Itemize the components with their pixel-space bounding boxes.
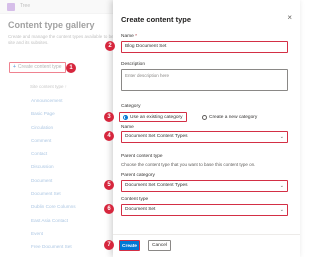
parent-category-label: Parent category (121, 173, 155, 178)
close-icon[interactable]: × (287, 13, 292, 22)
description-textarea[interactable]: Enter description here (121, 69, 288, 91)
radio-selected-icon (123, 114, 128, 120)
content-type-value: Document Set (125, 207, 156, 212)
radio-unselected-icon (202, 114, 207, 120)
parent-content-type-description: Choose the content type that you want to… (121, 162, 256, 167)
content-type-dropdown[interactable]: Document Set ⌄ (121, 204, 288, 216)
chevron-down-icon: ⌄ (279, 134, 284, 140)
category-name-label: Name (121, 125, 134, 130)
step-badge-3: 3 (104, 112, 114, 122)
step-badge-7: 7 (104, 240, 114, 250)
step-badge-4: 4 (104, 131, 114, 141)
step-badge-5: 5 (104, 180, 114, 190)
step-badge-2: 2 (105, 41, 115, 51)
content-type-label: Content type (121, 197, 149, 202)
name-label: Name * (121, 34, 138, 39)
cancel-button[interactable]: Cancel (148, 240, 171, 251)
radio-create-new-label: Create a new category (209, 114, 258, 120)
step-badge-6: 6 (104, 204, 114, 214)
parent-category-dropdown[interactable]: Document Set Content Types ⌄ (121, 180, 288, 192)
parent-content-type-heading: Parent content type (121, 154, 163, 159)
chevron-down-icon: ⌄ (279, 183, 284, 189)
required-mark: * (135, 34, 138, 39)
category-name-dropdown[interactable]: Document Set Content Types ⌄ (121, 131, 288, 143)
chevron-down-icon: ⌄ (279, 207, 284, 213)
description-label: Description (121, 62, 145, 67)
category-label: Category (121, 104, 141, 109)
create-content-type-panel: Create content type × Name * Blog Docume… (113, 0, 300, 257)
panel-title: Create content type (121, 15, 192, 24)
footer-divider (113, 234, 300, 235)
create-button[interactable]: Create (119, 240, 140, 251)
step-badge-1: 1 (66, 63, 76, 73)
parent-category-value: Document Set Content Types (125, 183, 188, 188)
name-input[interactable]: Blog Document Set (121, 41, 288, 53)
radio-create-new-category[interactable]: Create a new category (200, 112, 259, 122)
category-name-value: Document Set Content Types (125, 134, 188, 139)
radio-use-existing-label: Use an existing category (130, 114, 183, 120)
radio-use-existing-category[interactable]: Use an existing category (119, 112, 187, 122)
